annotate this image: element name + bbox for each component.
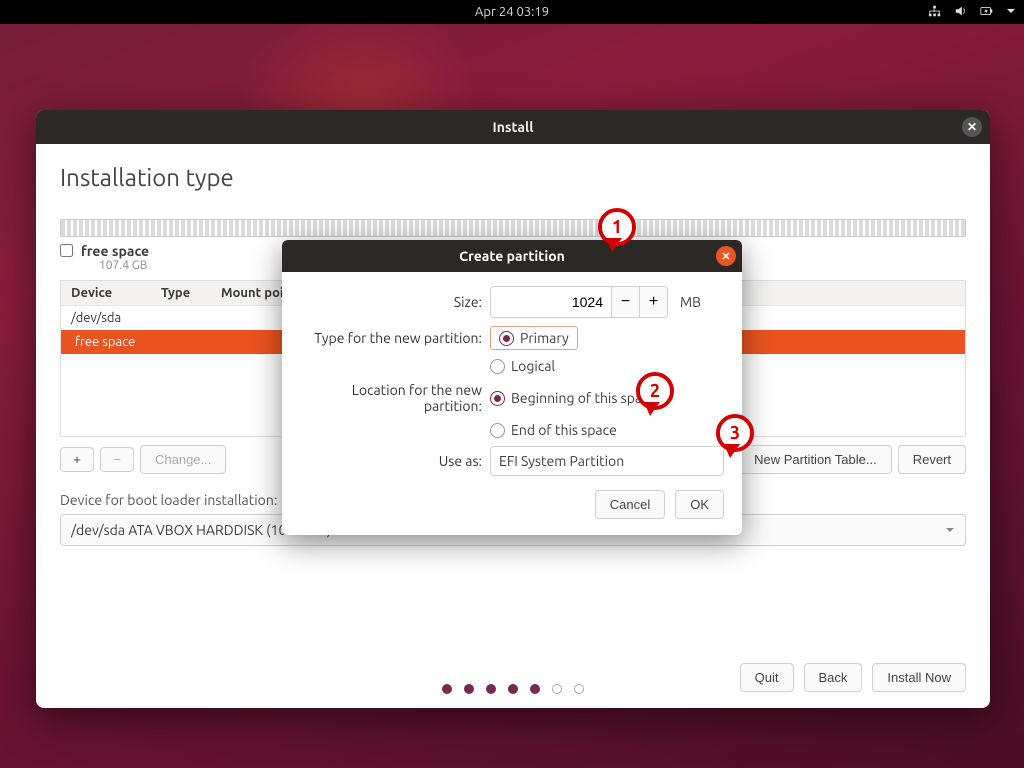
disk-size: 107.4 GB	[99, 259, 149, 272]
radio-beginning-input[interactable]	[490, 391, 505, 406]
radio-end[interactable]: End of this space	[490, 422, 617, 438]
dialog-footer: Cancel OK	[300, 490, 724, 519]
pager-dot	[442, 684, 452, 694]
volume-icon[interactable]	[954, 4, 968, 21]
change-partition-button[interactable]: Change...	[140, 445, 226, 474]
chevron-down-icon	[945, 525, 955, 535]
col-header-type[interactable]: Type	[151, 281, 211, 305]
pager-dot	[530, 684, 540, 694]
radio-end-label: End of this space	[511, 422, 617, 438]
radio-beginning[interactable]: Beginning of this space	[490, 390, 656, 406]
disk-usage-bar	[60, 219, 966, 237]
pager-dot	[464, 684, 474, 694]
useas-label: Use as:	[300, 453, 490, 469]
battery-icon[interactable]	[980, 4, 994, 21]
annotation-3: 3	[716, 414, 754, 452]
power-menu-icon[interactable]	[1006, 5, 1016, 19]
new-partition-table-button[interactable]: New Partition Table...	[739, 445, 892, 474]
installer-titlebar: Install ✕	[36, 110, 990, 144]
radio-primary-label: Primary	[520, 330, 569, 346]
radio-primary-input[interactable]	[499, 331, 514, 346]
useas-value: EFI System Partition	[499, 453, 624, 469]
radio-logical-input[interactable]	[490, 359, 505, 374]
cancel-button[interactable]: Cancel	[595, 490, 665, 519]
ok-button[interactable]: OK	[675, 490, 724, 519]
installer-close-button[interactable]: ✕	[962, 117, 982, 137]
network-icon[interactable]	[928, 4, 942, 21]
add-partition-button[interactable]: +	[60, 447, 94, 472]
radio-beginning-label: Beginning of this space	[511, 390, 656, 406]
dialog-body: Size: − + MB Type for the new partition:…	[282, 272, 742, 535]
revert-button[interactable]: Revert	[898, 445, 966, 474]
size-unit: MB	[680, 294, 701, 310]
col-header-device[interactable]: Device	[61, 281, 151, 305]
cell-device: free space	[61, 330, 151, 354]
size-increment-button[interactable]: +	[639, 287, 667, 317]
partition-type-label: Type for the new partition:	[300, 330, 490, 346]
pager-dot	[486, 684, 496, 694]
annotation-2: 2	[636, 372, 674, 410]
system-tray	[928, 0, 1016, 24]
radio-logical-label: Logical	[511, 358, 555, 374]
dialog-titlebar: Create partition ✕	[282, 240, 742, 272]
radio-logical[interactable]: Logical	[490, 358, 555, 374]
partition-location-label: Location for the new partition:	[300, 382, 490, 414]
size-input[interactable]	[491, 288, 611, 316]
dialog-close-button[interactable]: ✕	[716, 246, 736, 266]
cell-type	[151, 306, 211, 330]
disk-label: free space	[81, 243, 149, 259]
dialog-title: Create partition	[459, 248, 565, 264]
cell-device: /dev/sda	[61, 306, 151, 330]
annotation-1: 1	[598, 208, 636, 246]
top-menu-bar: Apr 24 03:19	[0, 0, 1024, 24]
pager-dot	[574, 684, 584, 694]
progress-pager	[36, 684, 990, 694]
cell-type	[151, 330, 211, 354]
size-decrement-button[interactable]: −	[611, 287, 639, 317]
page-heading: Installation type	[60, 164, 966, 191]
size-label: Size:	[300, 294, 490, 310]
size-spinner: − +	[490, 286, 668, 318]
pager-dot	[508, 684, 518, 694]
clock-text: Apr 24 03:19	[475, 5, 549, 19]
radio-primary[interactable]: Primary	[490, 326, 578, 350]
pager-dot	[552, 684, 562, 694]
disk-checkbox[interactable]	[60, 244, 73, 257]
radio-end-input[interactable]	[490, 423, 505, 438]
remove-partition-button[interactable]: −	[100, 447, 134, 472]
useas-combo[interactable]: EFI System Partition	[490, 446, 724, 476]
installer-title: Install	[493, 119, 534, 135]
